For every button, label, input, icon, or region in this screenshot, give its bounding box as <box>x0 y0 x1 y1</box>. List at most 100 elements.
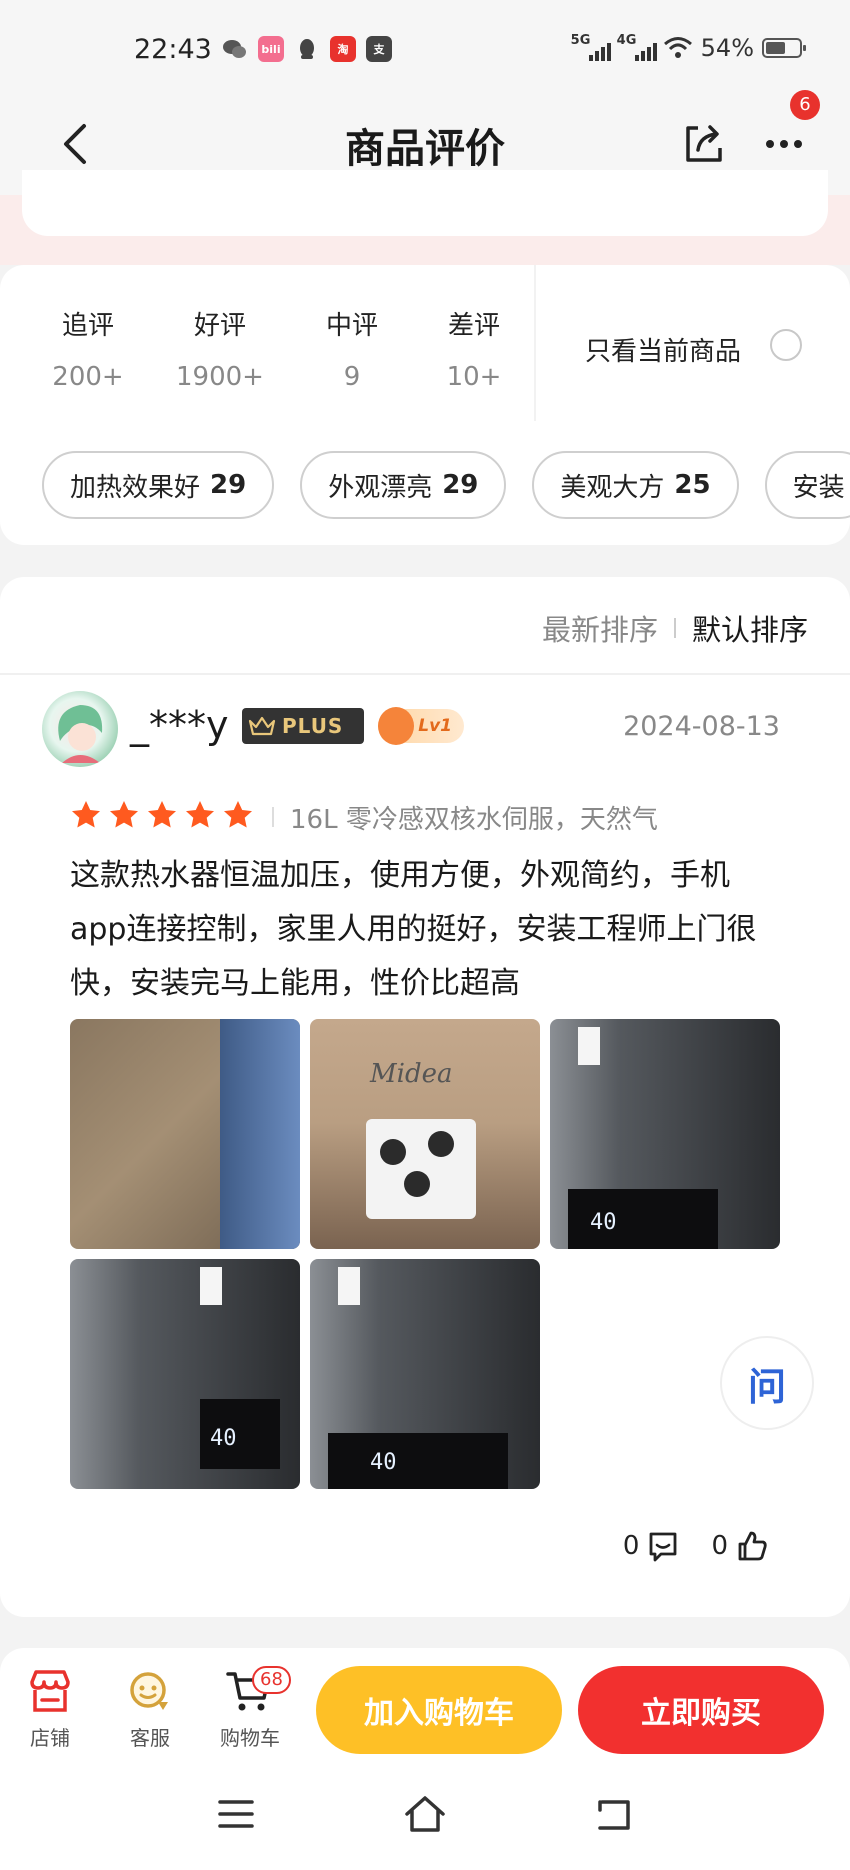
midea-logo-text: Midea <box>370 1059 453 1089</box>
comment-icon <box>650 1532 677 1562</box>
like-count: 0 <box>711 1531 728 1561</box>
tag-chip-label: 美观大方 <box>560 472 665 503</box>
customer-service-button[interactable]: 客服 <box>110 1666 190 1751</box>
status-bar: 22:43 bili 淘 支 5G 4G 54% <box>0 0 850 100</box>
share-icon[interactable] <box>676 114 732 170</box>
review-photo[interactable]: 40 <box>310 1259 540 1489</box>
filter-panel: 追评 200+ 好评 1900+ 中评 9 差评 10+ 只看当前商品 加热效果… <box>0 265 850 545</box>
cart-label: 购物车 <box>220 1726 280 1750</box>
tag-chips: 加热效果好 29 外观漂亮 29 美观大方 25 安装 <box>42 451 850 519</box>
wifi-icon <box>663 37 692 58</box>
level-label: Lv1 <box>418 716 452 736</box>
review-photo[interactable] <box>70 1019 300 1249</box>
sort-default[interactable]: 默认排序 <box>692 607 808 649</box>
battery-percent: 54% <box>700 34 754 62</box>
sort-latest[interactable]: 最新排序 <box>542 607 658 649</box>
tab-label: 中评 <box>325 311 378 341</box>
control-panel <box>328 1433 508 1489</box>
qq-icon <box>294 36 320 62</box>
tag-chip[interactable]: 加热效果好 29 <box>42 451 275 519</box>
add-to-cart-button[interactable]: 加入购物车 <box>316 1666 562 1754</box>
reviewer-name: _***y <box>130 703 229 747</box>
tag-chip[interactable]: 美观大方 25 <box>532 451 739 519</box>
star-icon <box>148 801 176 828</box>
store-button[interactable]: 店铺 <box>10 1666 90 1751</box>
avatar[interactable] <box>42 691 118 767</box>
tab-neutral[interactable]: 中评 9 <box>292 305 412 392</box>
signal-4g-icon: 4G <box>617 34 657 61</box>
review-card: 最新排序 默认排序 _***y PLUS Lv1 2024-08-13 16L … <box>0 577 850 1617</box>
system-nav-bar <box>0 1760 850 1870</box>
star-icon <box>186 801 214 828</box>
home-icon[interactable] <box>403 1792 447 1836</box>
level-badge: Lv1 <box>378 707 464 745</box>
tab-count: 1900+ <box>176 362 264 392</box>
review-photo[interactable]: 40 <box>70 1259 300 1489</box>
tab-count: 200+ <box>52 362 124 392</box>
divider <box>0 673 850 675</box>
product-spec: 16L 零冷感双核水伺服，天然气 <box>290 805 658 835</box>
tag-chip-count: 29 <box>210 470 247 500</box>
status-right: 5G 4G 54% <box>570 33 806 62</box>
store-label: 店铺 <box>30 1726 70 1750</box>
divider <box>272 807 274 827</box>
tag-chip[interactable]: 安装 <box>764 451 850 519</box>
sort-options: 最新排序 默认排序 <box>542 607 808 649</box>
label-sticker <box>200 1267 222 1305</box>
tag-chip-label: 安装 <box>792 472 845 503</box>
review-photo[interactable]: 40 <box>550 1019 780 1249</box>
tag-chip[interactable]: 外观漂亮 29 <box>300 451 507 519</box>
temperature-display: 40 <box>590 1210 617 1235</box>
tab-label: 差评 <box>447 311 500 341</box>
review-actions: 0 0 <box>623 1528 770 1564</box>
comment-button[interactable]: 0 <box>623 1528 682 1564</box>
label-sticker <box>578 1027 600 1065</box>
rating-stars <box>70 799 254 831</box>
star-icon <box>224 801 252 828</box>
star-icon <box>72 801 100 828</box>
review-text: 这款热水器恒温加压，使用方便，外观简约，手机app连接控制，家里人用的挺好，安装… <box>70 858 757 1001</box>
label-sticker <box>338 1267 360 1305</box>
buy-now-button[interactable]: 立即购买 <box>578 1666 824 1754</box>
customer-service-label: 客服 <box>130 1726 170 1750</box>
tab-count: 9 <box>343 362 361 392</box>
tab-follow-up[interactable]: 追评 200+ <box>28 305 148 392</box>
only-current-label[interactable]: 只看当前商品 <box>585 331 741 368</box>
status-app-icons: bili 淘 支 <box>222 36 392 62</box>
tab-label: 好评 <box>193 311 246 341</box>
temperature-display: 40 <box>210 1426 237 1451</box>
alipay-icon: 支 <box>366 36 392 62</box>
packaging-foam <box>366 1119 476 1219</box>
tab-negative[interactable]: 差评 10+ <box>414 305 534 392</box>
battery-icon <box>762 38 806 58</box>
store-icon <box>30 1670 70 1712</box>
tab-positive[interactable]: 好评 1900+ <box>160 305 280 392</box>
tag-chip-count: 29 <box>442 470 479 500</box>
sort-divider <box>673 618 676 638</box>
customer-service-icon <box>130 1672 168 1710</box>
tag-chip-label: 外观漂亮 <box>328 472 433 503</box>
plus-member-badge: PLUS <box>242 708 364 744</box>
menu-icon[interactable] <box>214 1792 258 1836</box>
star-icon <box>110 801 138 828</box>
more-options-icon[interactable] <box>756 114 812 170</box>
tab-label: 追评 <box>61 311 114 341</box>
tag-chip-label: 加热效果好 <box>70 472 201 503</box>
ask-question-button[interactable]: 问 <box>720 1336 814 1430</box>
taobao-icon: 淘 <box>330 36 356 62</box>
status-time: 22:43 <box>134 34 212 65</box>
comment-count: 0 <box>622 1531 640 1561</box>
tab-count: 10+ <box>446 362 502 392</box>
summary-card-bottom <box>22 170 828 236</box>
like-button[interactable]: 0 <box>711 1528 770 1564</box>
back-nav-icon[interactable] <box>592 1792 636 1836</box>
only-current-radio[interactable] <box>770 329 802 361</box>
notification-badge: 6 <box>790 90 820 120</box>
wechat-icon <box>222 36 248 62</box>
signal-5g-icon: 5G <box>570 33 611 61</box>
network-5g-label: 5G <box>570 33 591 48</box>
tag-chip-count: 25 <box>674 470 711 500</box>
cart-count-badge: 68 <box>252 1666 291 1694</box>
plus-label: PLUS <box>282 714 344 738</box>
review-photo[interactable]: Midea <box>310 1019 540 1249</box>
